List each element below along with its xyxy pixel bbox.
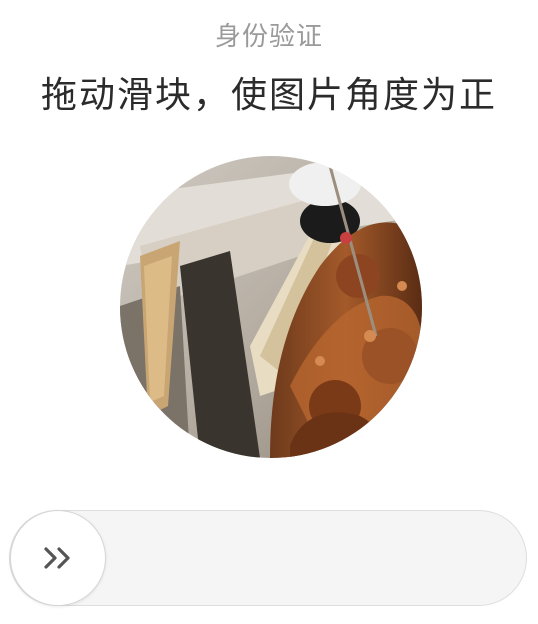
- double-chevron-right-icon: [44, 547, 70, 569]
- slider-handle[interactable]: [10, 510, 106, 606]
- page-subtitle: 身份验证: [214, 22, 323, 52]
- rotated-statue-photo: [120, 156, 422, 458]
- page-title: 拖动滑块，使图片角度为正: [40, 75, 497, 116]
- verification-page: 身份验证 拖动滑块，使图片角度为正: [0, 0, 538, 624]
- rotation-captcha-image: [120, 156, 422, 458]
